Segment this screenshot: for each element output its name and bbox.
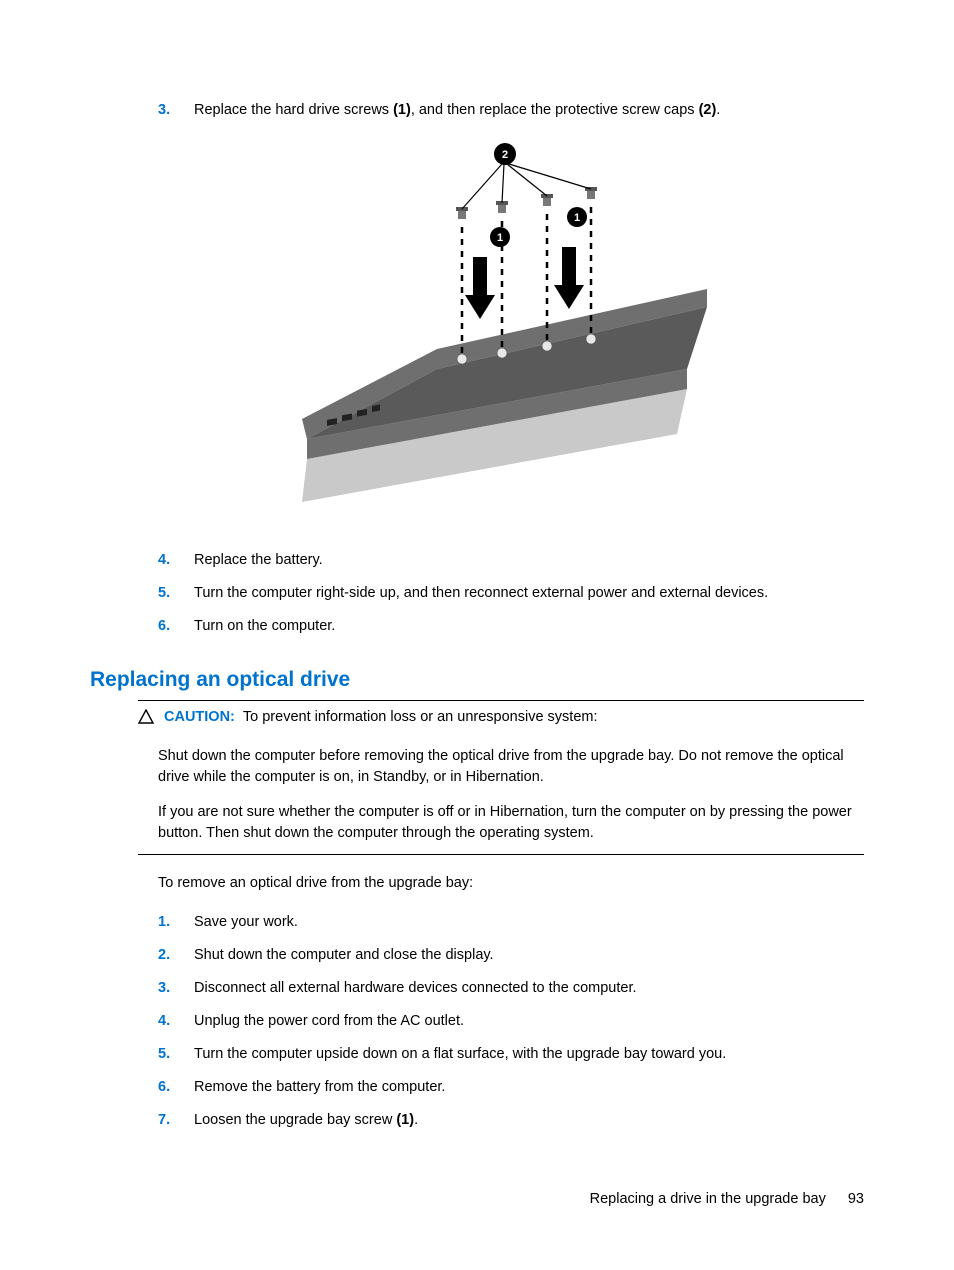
caution-label: CAUTION: <box>164 707 235 728</box>
step-3: 3. Replace the hard drive screws (1), an… <box>90 100 864 121</box>
caution-block: CAUTION: To prevent information loss or … <box>138 700 864 855</box>
step-6: 6. Turn on the computer. <box>90 616 864 637</box>
bstep-5-number: 5. <box>158 1044 194 1065</box>
caution-first-line: To prevent information loss or an unresp… <box>243 707 864 728</box>
footer-title: Replacing a drive in the upgrade bay <box>590 1191 826 1207</box>
step-3-number: 3. <box>158 100 194 121</box>
bstep-1: 1. Save your work. <box>90 912 864 933</box>
laptop-illustration: 1 1 2 <box>90 139 864 526</box>
step-6-text: Turn on the computer. <box>194 616 864 637</box>
bstep-2-text: Shut down the computer and close the dis… <box>194 945 864 966</box>
svg-text:1: 1 <box>497 232 503 244</box>
bstep-4: 4. Unplug the power cord from the AC out… <box>90 1011 864 1032</box>
bstep-5-text: Turn the computer upside down on a flat … <box>194 1044 864 1065</box>
step-5: 5. Turn the computer right-side up, and … <box>90 583 864 604</box>
step-4: 4. Replace the battery. <box>90 550 864 571</box>
step-3-text: Replace the hard drive screws (1), and t… <box>194 100 864 121</box>
bstep-4-number: 4. <box>158 1011 194 1032</box>
bstep-3: 3. Disconnect all external hardware devi… <box>90 978 864 999</box>
step-5-text: Turn the computer right-side up, and the… <box>194 583 864 604</box>
bstep-3-number: 3. <box>158 978 194 999</box>
bstep-2: 2. Shut down the computer and close the … <box>90 945 864 966</box>
bstep-3-text: Disconnect all external hardware devices… <box>194 978 864 999</box>
laptop-svg: 1 1 2 <box>247 139 707 519</box>
caution-icon <box>138 707 156 732</box>
bstep-1-number: 1. <box>158 912 194 933</box>
bstep-2-number: 2. <box>158 945 194 966</box>
svg-text:2: 2 <box>502 149 508 161</box>
caution-paragraph-2: If you are not sure whether the computer… <box>158 802 864 844</box>
step-6-number: 6. <box>158 616 194 637</box>
bstep-6-text: Remove the battery from the computer. <box>194 1077 864 1098</box>
bstep-7: 7. Loosen the upgrade bay screw (1). <box>90 1110 864 1131</box>
intro-paragraph: To remove an optical drive from the upgr… <box>158 873 864 894</box>
bstep-7-text: Loosen the upgrade bay screw (1). <box>194 1110 864 1131</box>
page-footer: Replacing a drive in the upgrade bay 93 <box>590 1189 864 1210</box>
bstep-5: 5. Turn the computer upside down on a fl… <box>90 1044 864 1065</box>
footer-page-number: 93 <box>848 1191 864 1207</box>
bstep-6-number: 6. <box>158 1077 194 1098</box>
svg-text:1: 1 <box>574 212 580 224</box>
step-5-number: 5. <box>158 583 194 604</box>
step-4-number: 4. <box>158 550 194 571</box>
bstep-4-text: Unplug the power cord from the AC outlet… <box>194 1011 864 1032</box>
caution-paragraph-1: Shut down the computer before removing t… <box>158 746 864 788</box>
bstep-7-number: 7. <box>158 1110 194 1131</box>
step-4-text: Replace the battery. <box>194 550 864 571</box>
bstep-1-text: Save your work. <box>194 912 864 933</box>
section-heading: Replacing an optical drive <box>90 665 864 695</box>
bstep-6: 6. Remove the battery from the computer. <box>90 1077 864 1098</box>
